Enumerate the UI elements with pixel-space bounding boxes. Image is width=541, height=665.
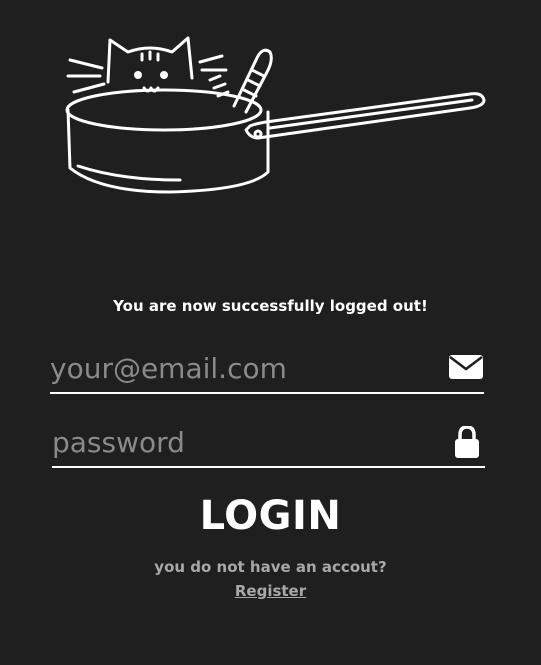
envelope-icon: [449, 355, 483, 379]
lock-icon: [455, 426, 479, 458]
register-link-wrapper: Register: [0, 582, 541, 600]
password-field-row: [52, 418, 485, 468]
email-field-row: [50, 344, 484, 394]
register-prompt: you do not have an accout?: [154, 558, 387, 576]
login-button[interactable]: LOGIN: [0, 493, 541, 539]
login-page: You are now successfully logged out! LOG…: [0, 0, 541, 665]
register-link[interactable]: Register: [235, 582, 306, 600]
password-field[interactable]: [52, 422, 432, 462]
email-field[interactable]: [50, 348, 430, 388]
logout-status-message: You are now successfully logged out!: [113, 297, 428, 315]
cat-in-pan-icon: [65, 36, 486, 194]
